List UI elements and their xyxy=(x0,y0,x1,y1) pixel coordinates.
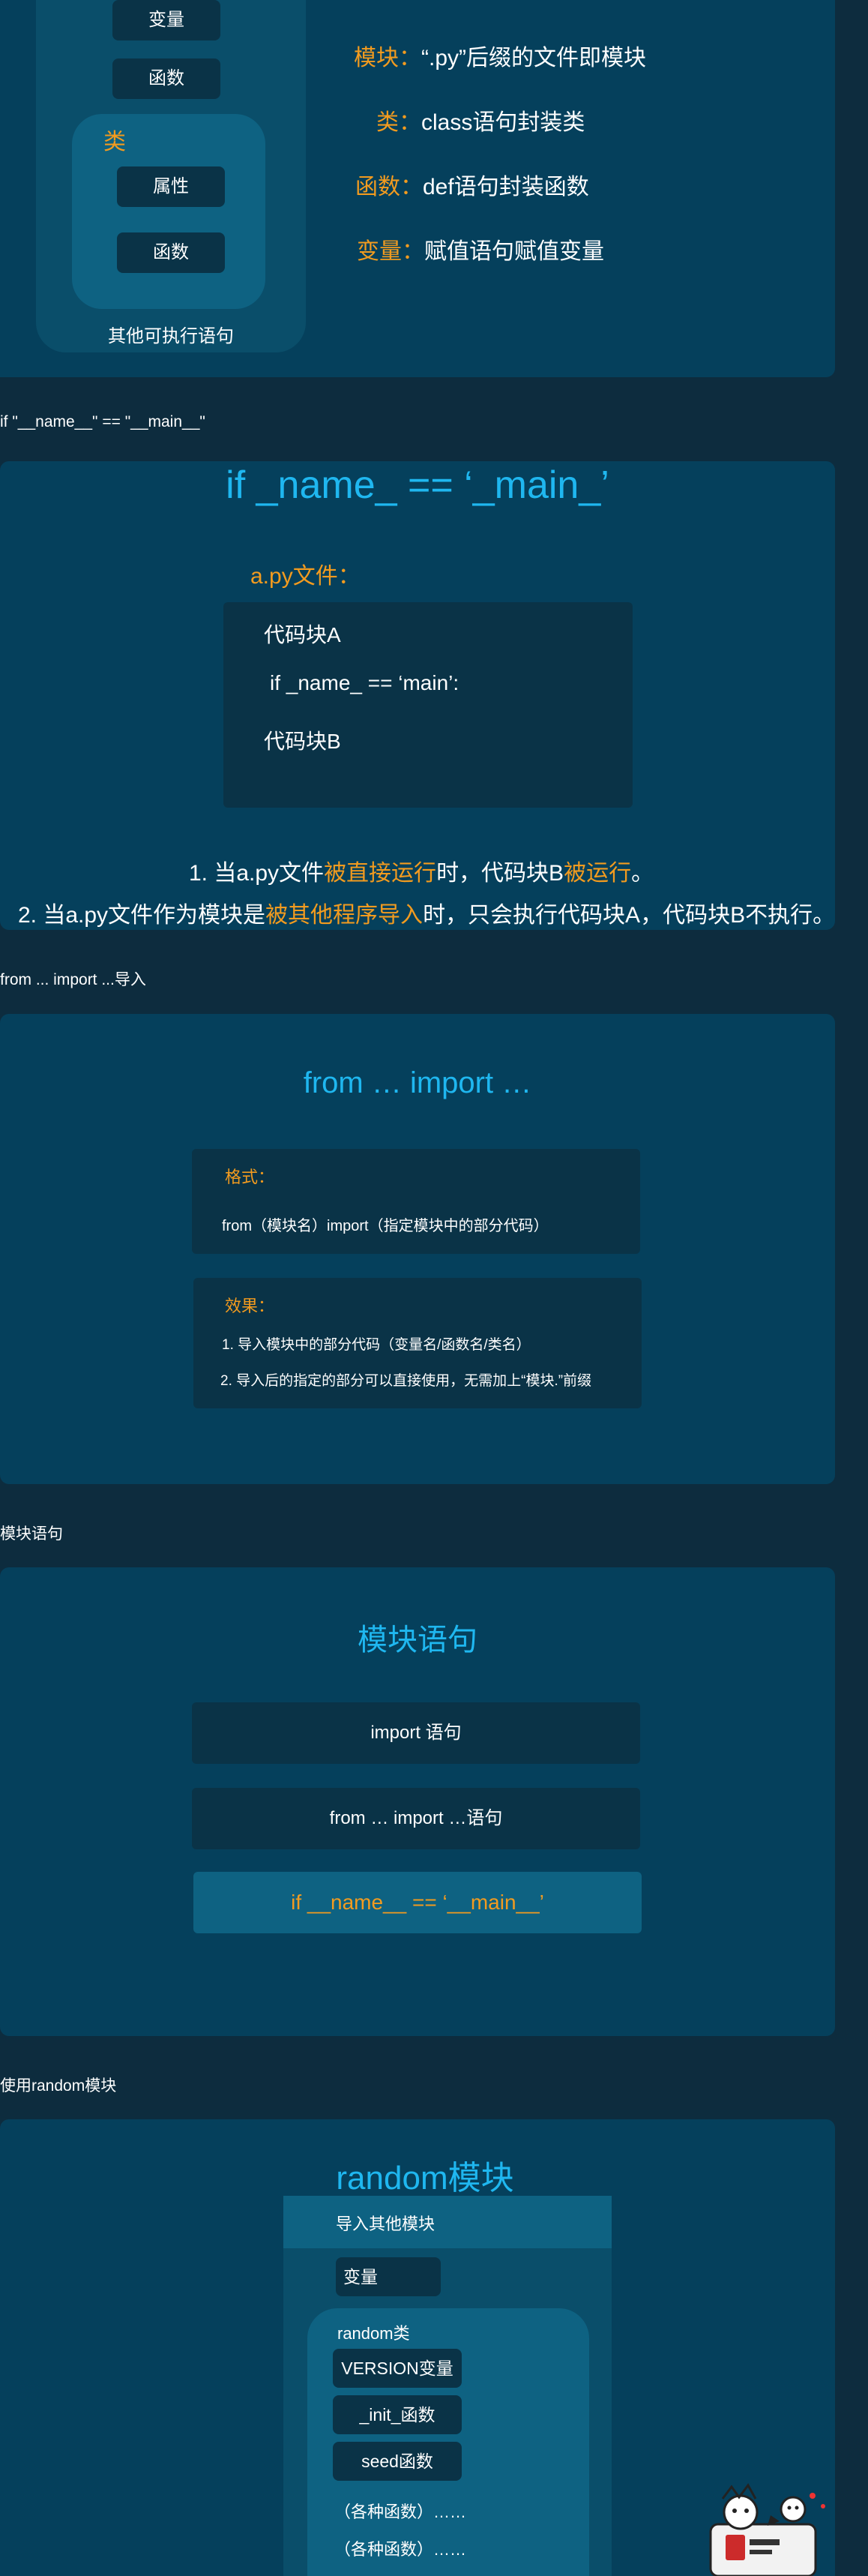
effect-label: 效果： xyxy=(225,1297,275,1315)
section-caption-module-statements: 模块语句 xyxy=(0,1525,63,1543)
class-label: 类 xyxy=(103,130,126,154)
panel-title: 模块语句 xyxy=(358,1624,477,1657)
format-text: from（模块名）import（指定模块中的部分代码） xyxy=(222,1218,549,1234)
random-class-label: random类 xyxy=(337,2324,410,2343)
import-statement-box: import 语句 xyxy=(192,1702,640,1764)
format-label: 格式： xyxy=(225,1168,275,1186)
definition-module: 模块：“.py”后缀的文件即模块 xyxy=(354,46,646,70)
code-line-a: 代码块A xyxy=(264,623,341,646)
code-line-b: 代码块B xyxy=(264,730,341,753)
random-module-container: 导入其他模块 变量 random类 VERSION变量 _init_函数 see… xyxy=(283,2196,612,2576)
module-variable-box: 变量 xyxy=(336,2257,441,2296)
other-statements-label: 其他可执行语句 xyxy=(108,326,234,346)
more-functions-1: （各种函数）…… xyxy=(334,2503,467,2521)
format-box: 格式： from（模块名）import（指定模块中的部分代码） xyxy=(192,1149,640,1254)
effect-item-1: 1. 导入模块中的部分代码（变量名/函数名/类名） xyxy=(222,1337,531,1353)
panel-title: if _name_ == ‘_main_’ xyxy=(226,463,609,507)
effect-box: 效果： 1. 导入模块中的部分代码（变量名/函数名/类名） 2. 导入后的指定的… xyxy=(193,1278,642,1408)
code-line-if: if _name_ == ‘main’: xyxy=(270,671,459,694)
file-label: a.py文件： xyxy=(250,564,361,589)
import-other-modules-label: 导入其他模块 xyxy=(336,2215,435,2233)
point-one: 1. 当a.py文件被直接运行时，代码块B被运行。 xyxy=(189,861,654,886)
import-other-modules: 导入其他模块 xyxy=(283,2196,612,2248)
random-class-container: random类 VERSION变量 _init_函数 seed函数 （各种函数）… xyxy=(307,2308,589,2576)
module-statements-panel: 模块语句 import 语句 from … import …语句 if __na… xyxy=(0,1567,835,2036)
definition-function: 函数：def语句封装函数 xyxy=(355,175,589,199)
effect-item-2: 2. 导入后的指定的部分可以直接使用，无需加上“模块.”前缀 xyxy=(220,1373,592,1389)
name-main-panel: if _name_ == ‘_main_’ a.py文件： 代码块A if _n… xyxy=(0,461,835,930)
code-block: 代码块A if _name_ == ‘main’: 代码块B xyxy=(223,602,633,808)
variable-box: 变量 xyxy=(112,0,220,40)
seed-function-box: seed函数 xyxy=(333,2442,462,2481)
panel-title: random模块 xyxy=(336,2160,514,2197)
section-caption-from-import: from ... import ...导入 xyxy=(0,971,146,988)
section-caption-name-main: if "__name__" == "__main__" xyxy=(0,413,205,430)
random-module-panel: random模块 导入其他模块 变量 random类 VERSION变量 _in… xyxy=(0,2119,835,2576)
class-container: 类 属性 函数 xyxy=(72,114,265,309)
from-import-statement-box: from … import …语句 xyxy=(192,1788,640,1849)
init-function-box: _init_函数 xyxy=(333,2395,462,2434)
definition-class: 类：class语句封装类 xyxy=(376,110,585,135)
section-caption-random: 使用random模块 xyxy=(0,2077,117,2095)
module-structure-panel: 变量 函数 类 属性 函数 其他可执行语句 模块：“.py”后缀的文件即模块 类… xyxy=(0,0,835,377)
method-box: 函数 xyxy=(117,232,225,273)
function-box: 函数 xyxy=(112,58,220,99)
point-two: 2. 当a.py文件作为模块是被其他程序导入时，只会执行代码块A，代码块B不执行… xyxy=(18,903,836,928)
attribute-box: 属性 xyxy=(117,166,225,207)
mascot-illustration xyxy=(709,2483,825,2576)
version-variable-box: VERSION变量 xyxy=(333,2349,462,2388)
from-import-panel: from … import … 格式： from（模块名）import（指定模块… xyxy=(0,1014,835,1484)
more-functions-2: （各种函数）…… xyxy=(334,2540,467,2559)
panel-title: from … import … xyxy=(303,1066,532,1099)
name-main-statement-box: if __name__ == ‘__main__’ xyxy=(193,1872,642,1933)
module-container: 变量 函数 类 属性 函数 其他可执行语句 xyxy=(36,0,306,352)
definition-variable: 变量：赋值语句赋值变量 xyxy=(357,239,604,264)
